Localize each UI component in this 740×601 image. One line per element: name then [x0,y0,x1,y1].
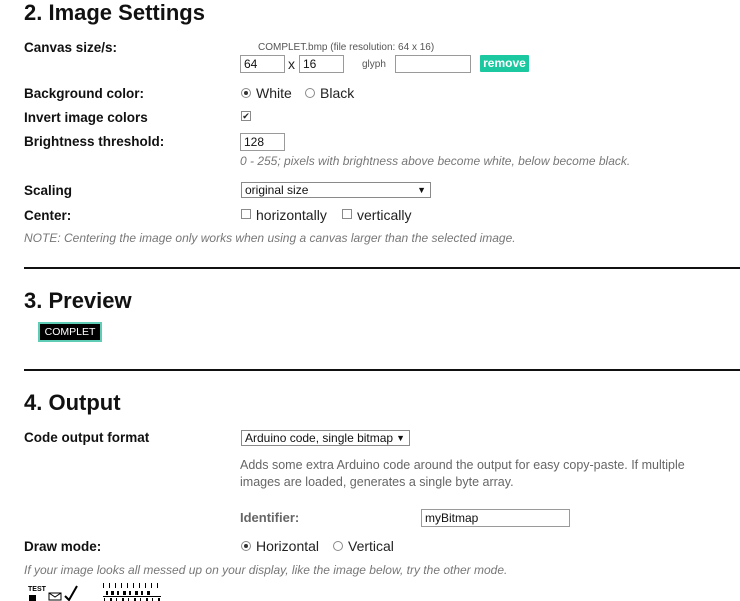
brightness-hint: 0 - 255; pixels with brightness above be… [240,154,631,168]
glyph-label: glyph [362,59,386,70]
brightness-threshold-label: Brightness threshold: [24,134,165,149]
scaling-select-value: original size [245,183,309,197]
identifier-input[interactable] [421,509,570,527]
remove-button[interactable]: remove [480,55,529,72]
draw-mode-horizontal-radio[interactable] [241,541,251,551]
background-black-radio[interactable] [305,88,315,98]
code-output-format-hint: Adds some extra Arduino code around the … [240,457,685,491]
scaling-select[interactable]: original size ▼ [241,182,431,198]
section-title-image-settings: 2. Image Settings [24,0,205,25]
section-divider [24,369,740,371]
draw-mode-vertical-radio[interactable] [333,541,343,551]
background-black-label: Black [320,85,355,101]
background-white-radio[interactable] [241,88,251,98]
glyph-input[interactable] [395,55,471,73]
draw-mode-vertical-label: Vertical [348,538,394,554]
garbled-pattern-icon [103,583,161,601]
center-vertically-label: vertically [357,207,412,223]
code-output-format-label: Code output format [24,430,150,445]
invert-colors-label: Invert image colors [24,110,148,125]
center-label: Center: [24,208,72,223]
code-output-format-select[interactable]: Arduino code, single bitmap ▼ [241,430,410,446]
code-output-format-value: Arduino code, single bitmap [245,431,394,445]
garbled-example-image [102,582,162,601]
file-resolution: (file resolution: 64 x 16) [330,42,435,53]
preview-text: COMPLET [44,326,96,338]
draw-mode-hint: If your image looks all messed up on you… [24,563,508,577]
chevron-down-icon: ▼ [396,433,405,443]
brightness-threshold-input[interactable] [240,133,285,151]
background-color-label: Background color: [24,86,145,101]
scaling-label: Scaling [24,183,73,198]
identifier-label: Identifier: [240,510,300,525]
section-title-output: 4. Output [24,390,121,415]
center-note: NOTE: Centering the image only works whe… [24,231,516,245]
canvas-width-input[interactable] [240,55,285,73]
invert-colors-checkbox[interactable]: ✔ [241,111,251,121]
example-text: TEST [28,586,46,593]
checkmark-icon [64,585,78,601]
center-horizontally-label: horizontally [256,207,327,223]
correct-example-image: TEST [26,584,86,601]
center-vertically-checkbox[interactable] [342,209,352,219]
chevron-down-icon: ▼ [417,185,426,195]
code-output-format-hint-line-1: Adds some extra Arduino code around the … [240,458,685,472]
code-output-format-hint-line-2: images are loaded, generates a single by… [240,475,514,489]
draw-mode-label: Draw mode: [24,539,102,554]
canvas-height-input[interactable] [299,55,344,73]
center-horizontally-checkbox[interactable] [241,209,251,219]
draw-mode-horizontal-label: Horizontal [256,538,320,554]
file-info: COMPLET.bmp (file resolution: 64 x 16) [258,42,434,53]
preview-canvas: COMPLET [38,322,102,342]
background-white-label: White [256,85,292,101]
section-title-preview: 3. Preview [24,288,132,313]
file-name: COMPLET.bmp [258,42,328,53]
canvas-size-label: Canvas size/s: [24,40,118,55]
envelope-icon [48,592,62,601]
canvas-size-separator: x [288,56,295,72]
square-icon [29,595,36,601]
section-divider [24,267,740,269]
